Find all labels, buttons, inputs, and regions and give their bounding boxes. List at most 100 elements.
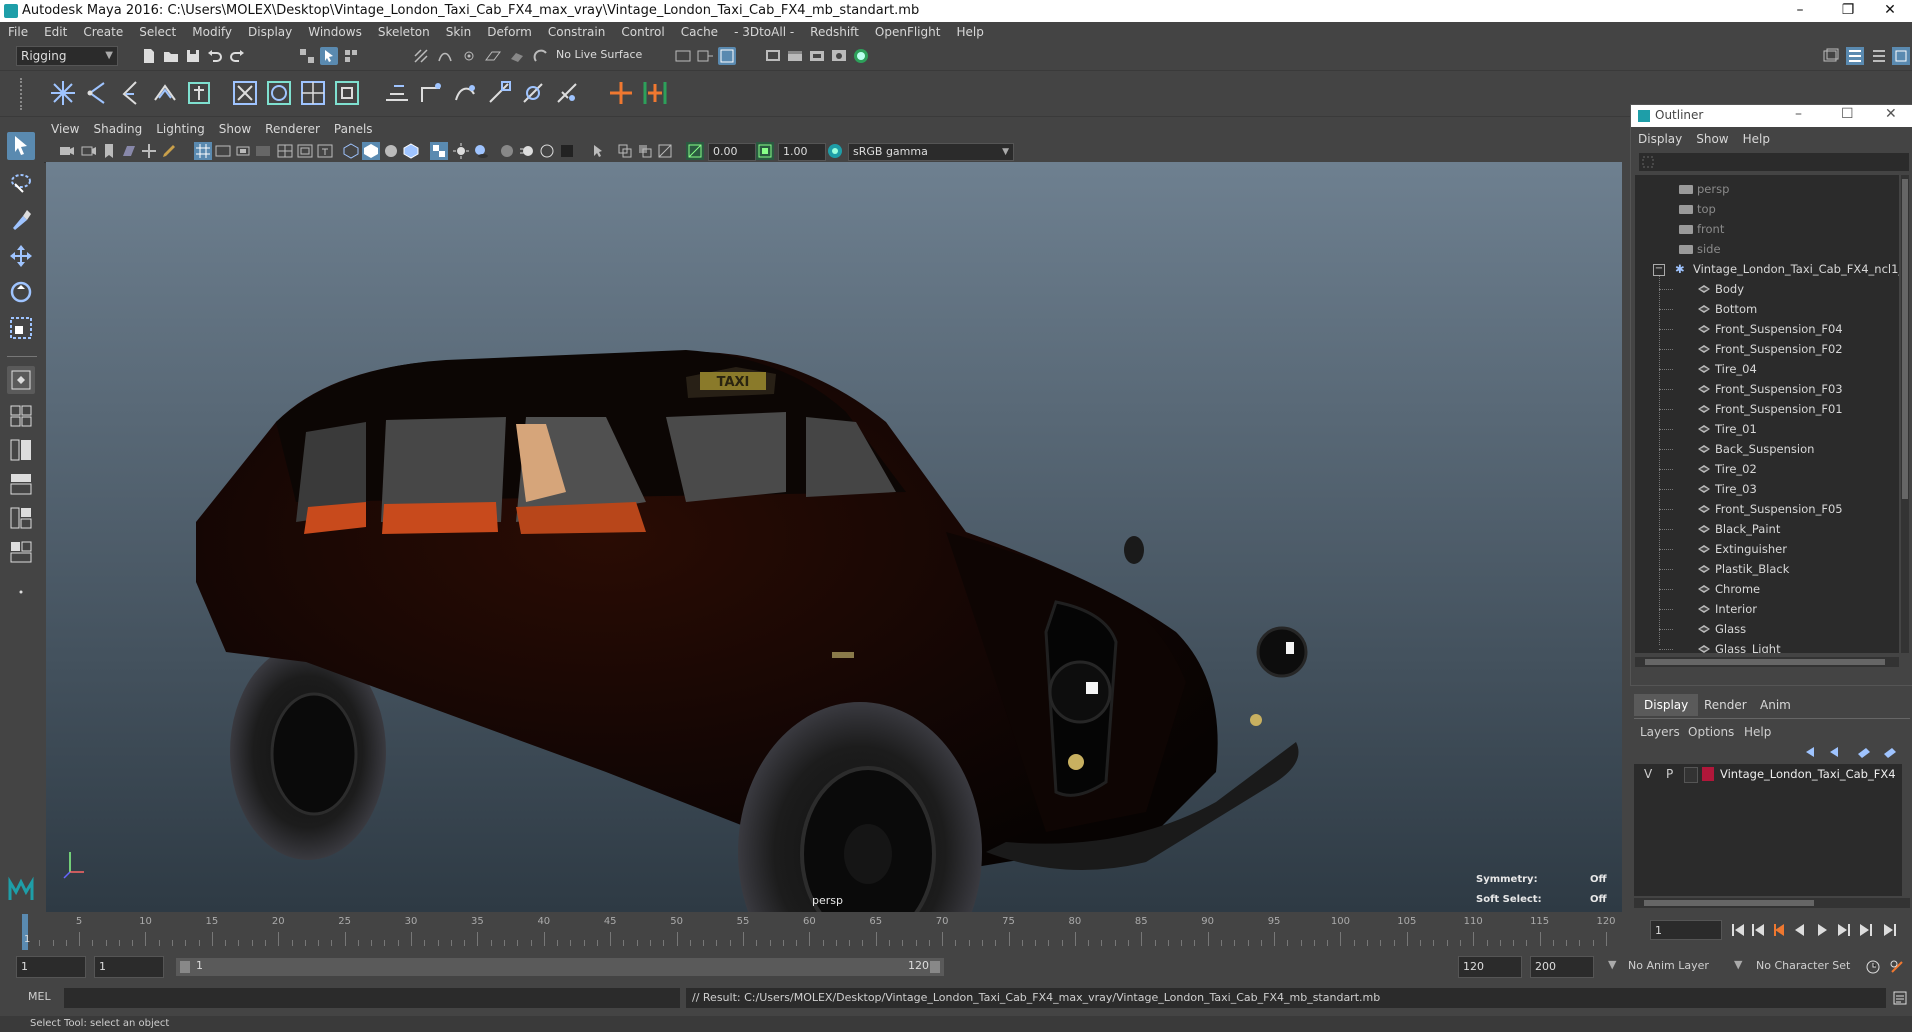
open-scene-icon[interactable] bbox=[162, 47, 180, 65]
hypershade-layout-icon[interactable] bbox=[7, 504, 35, 532]
create-joints-icon[interactable] bbox=[48, 78, 78, 108]
exposure-icon[interactable] bbox=[686, 142, 704, 160]
step-back-key-icon[interactable] bbox=[1752, 924, 1764, 936]
play-forward-icon[interactable] bbox=[1818, 924, 1827, 936]
play-backward-icon[interactable] bbox=[1795, 924, 1804, 936]
shadows-icon[interactable] bbox=[472, 142, 490, 160]
default-material-icon[interactable] bbox=[382, 142, 400, 160]
script-editor-icon[interactable] bbox=[1892, 990, 1908, 1006]
isolate-select-icon[interactable] bbox=[590, 142, 608, 160]
step-forward-key-icon[interactable] bbox=[1860, 924, 1872, 936]
go-to-start-icon[interactable] bbox=[1732, 924, 1744, 936]
menu-create[interactable]: Create bbox=[75, 22, 131, 42]
layer-menu-options[interactable]: Options bbox=[1688, 722, 1734, 742]
make-live-icon[interactable] bbox=[532, 47, 550, 65]
outliner-item[interactable]: Tire_04 bbox=[1635, 359, 1899, 379]
skin-bind-icon[interactable] bbox=[150, 78, 180, 108]
outliner-camera-side[interactable]: side bbox=[1635, 239, 1899, 259]
outliner-vscroll-thumb[interactable] bbox=[1902, 179, 1908, 499]
render-view-icon[interactable] bbox=[830, 47, 848, 65]
viewport-menu-view[interactable]: View bbox=[44, 118, 86, 140]
minimize-button[interactable]: – bbox=[1778, 0, 1822, 22]
menu-select[interactable]: Select bbox=[131, 22, 184, 42]
menu-modify[interactable]: Modify bbox=[184, 22, 240, 42]
snap-grid-icon[interactable] bbox=[412, 47, 430, 65]
layer-playback-toggle[interactable]: P bbox=[1666, 764, 1673, 784]
anim-layer-dropdown[interactable]: No Anim Layer bbox=[1628, 959, 1709, 972]
menu-constrain[interactable]: Constrain bbox=[540, 22, 614, 42]
time-slider[interactable]: 5 10 15 20 25 30 35 40 45 50 55 60 65 70 75 80 85 90 95 100… bbox=[22, 914, 1634, 950]
chevron-down-icon[interactable]: ▼ bbox=[1734, 958, 1742, 971]
outliner-horizontal-scrollbar[interactable] bbox=[1635, 657, 1899, 667]
wrap-deformer-icon[interactable] bbox=[298, 78, 328, 108]
scale-tool-icon[interactable] bbox=[7, 314, 35, 342]
image-plane-icon[interactable] bbox=[120, 142, 138, 160]
hypershade-icon[interactable] bbox=[852, 47, 870, 65]
undo-icon[interactable] bbox=[206, 47, 224, 65]
resolution-gate-icon[interactable] bbox=[234, 142, 252, 160]
chevron-down-icon[interactable]: ▼ bbox=[1608, 958, 1616, 971]
single-perspective-layout-icon[interactable] bbox=[7, 366, 35, 394]
menu-deform[interactable]: Deform bbox=[479, 22, 540, 42]
tab-render[interactable]: Render bbox=[1694, 694, 1757, 716]
new-scene-icon[interactable] bbox=[140, 47, 158, 65]
aim-constraint-icon[interactable] bbox=[518, 78, 548, 108]
exposure-field[interactable]: 0.00 bbox=[708, 143, 756, 161]
ipr-render-icon[interactable] bbox=[808, 47, 826, 65]
outliner-filter-input[interactable] bbox=[1639, 153, 1909, 171]
xray-icon[interactable] bbox=[616, 142, 634, 160]
layer-menu-help[interactable]: Help bbox=[1744, 722, 1771, 742]
outliner-menu-display[interactable]: Display bbox=[1631, 129, 1689, 149]
save-scene-icon[interactable] bbox=[184, 47, 202, 65]
outliner-item[interactable]: Bottom bbox=[1635, 299, 1899, 319]
select-component-icon[interactable] bbox=[342, 47, 360, 65]
menu-skin[interactable]: Skin bbox=[438, 22, 480, 42]
channel-box-toggle-icon[interactable] bbox=[1870, 47, 1888, 65]
select-tool-icon[interactable] bbox=[7, 132, 35, 160]
xray-joints-icon[interactable] bbox=[656, 142, 674, 160]
outliner-item[interactable]: Glass_Light bbox=[1635, 639, 1899, 653]
menu-openflight[interactable]: OpenFlight bbox=[867, 22, 949, 42]
auto-key-icon[interactable] bbox=[1864, 958, 1882, 976]
range-slider[interactable]: 1 120 bbox=[176, 958, 944, 976]
modeling-toolkit-icon[interactable] bbox=[1822, 47, 1840, 65]
playback-start-field[interactable]: 1 bbox=[94, 956, 164, 978]
scale-constraint-icon[interactable] bbox=[484, 78, 514, 108]
playback-end-field[interactable]: 120 bbox=[1458, 956, 1522, 978]
viewport-menu-lighting[interactable]: Lighting bbox=[149, 118, 212, 140]
range-start-handle[interactable] bbox=[180, 961, 190, 973]
xray-active-components-icon[interactable] bbox=[636, 142, 654, 160]
menu-redshift[interactable]: Redshift bbox=[802, 22, 867, 42]
hik-definition-icon[interactable] bbox=[640, 78, 670, 108]
outliner-item[interactable]: Interior bbox=[1635, 599, 1899, 619]
lattice-icon[interactable] bbox=[264, 78, 294, 108]
layer-type-toggle[interactable] bbox=[1684, 767, 1698, 783]
outliner-item[interactable]: Front_Suspension_F03 bbox=[1635, 379, 1899, 399]
gate-mask-icon[interactable] bbox=[254, 142, 272, 160]
shelf-handle[interactable] bbox=[20, 78, 34, 110]
select-hierarchy-icon[interactable] bbox=[298, 47, 316, 65]
construction-history-icon[interactable] bbox=[674, 47, 692, 65]
live-surface-field[interactable]: No Live Surface bbox=[556, 48, 642, 61]
layer-row[interactable]: V P Vintage_London_Taxi_Cab_FX4 bbox=[1634, 764, 1902, 784]
gamma-icon[interactable] bbox=[756, 142, 774, 160]
ik-spline-icon[interactable] bbox=[116, 78, 146, 108]
animation-preferences-icon[interactable] bbox=[1888, 958, 1906, 976]
four-view-layout-icon[interactable] bbox=[7, 402, 35, 430]
cluster-icon[interactable] bbox=[230, 78, 260, 108]
snap-point-icon[interactable] bbox=[460, 47, 478, 65]
screen-space-ao-icon[interactable] bbox=[498, 142, 516, 160]
2d-pan-zoom-icon[interactable] bbox=[140, 142, 158, 160]
multisample-aa-icon[interactable] bbox=[538, 142, 556, 160]
animation-start-field[interactable]: 1 bbox=[16, 956, 86, 978]
render-current-frame-icon[interactable] bbox=[786, 47, 804, 65]
command-input[interactable] bbox=[64, 988, 680, 1008]
menu-file[interactable]: File bbox=[0, 22, 36, 42]
color-management-icon[interactable] bbox=[826, 142, 844, 160]
locator-icon[interactable] bbox=[184, 78, 214, 108]
menu-help[interactable]: Help bbox=[948, 22, 991, 42]
select-camera-icon[interactable] bbox=[58, 142, 76, 160]
parent-constraint-icon[interactable] bbox=[382, 78, 412, 108]
outliner-item[interactable]: Black_Paint bbox=[1635, 519, 1899, 539]
outliner-camera-front[interactable]: front bbox=[1635, 219, 1899, 239]
